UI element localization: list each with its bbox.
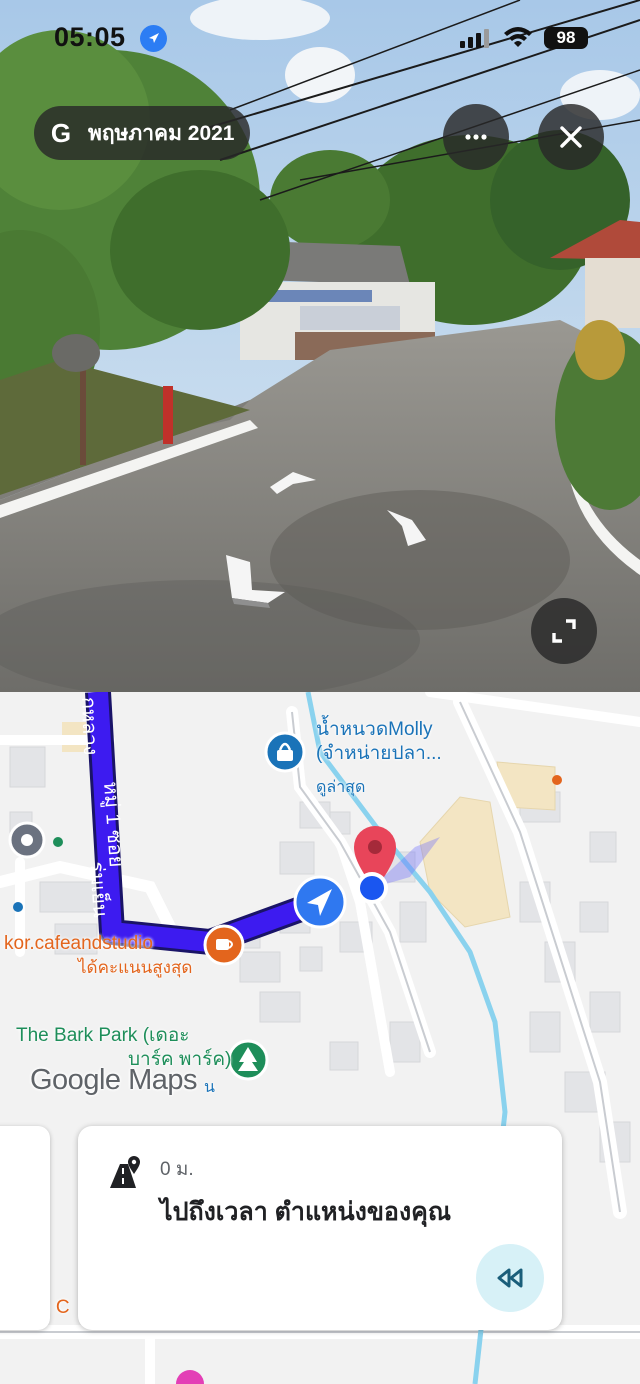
imagery-date: พฤษภาคม 2021 (88, 121, 235, 145)
park-label-suffix: น (204, 1079, 215, 1096)
destination-road-icon (106, 1154, 146, 1195)
app-root: 05:05 98 G พฤษภาคม 2021 กหลวง หมู่ 1 ซอย… (0, 0, 640, 1384)
cafe-status: ได้คะแนนสูงสุด (78, 958, 193, 977)
street-view-image (0, 0, 640, 692)
more-icon (465, 134, 487, 140)
park-poi-icon[interactable] (227, 1039, 269, 1081)
park-name-line1: The Bark Park (เดอะ (16, 1025, 190, 1046)
imagery-date-chip[interactable]: G พฤษภาคม 2021 (34, 106, 251, 160)
close-button[interactable] (538, 104, 604, 170)
navigation-arrow-icon (293, 875, 347, 929)
rewind-icon (497, 1268, 523, 1288)
massage-name-line2: (จำหน่ายปลา... (316, 743, 442, 764)
battery-indicator: 98 (544, 27, 588, 49)
location-arrow-icon (140, 25, 167, 52)
massage-name-line1: น้ำหนวดMolly (316, 719, 433, 740)
previous-step-card[interactable] (0, 1126, 50, 1330)
expand-icon (552, 619, 576, 643)
step-instruction: ไปถึงเวลา ตำแหน่งของคุณ (160, 1198, 452, 1226)
massage-place-name[interactable]: น้ำหนวดMolly (จำหน่ายปลา... (316, 718, 442, 766)
place-marker-icon[interactable] (8, 821, 46, 859)
navigation-step-card[interactable]: 0 ม. ไปถึงเวลา ตำแหน่งของคุณ (78, 1126, 562, 1330)
close-icon (560, 126, 582, 148)
step-distance: 0 ม. (160, 1159, 194, 1180)
user-location-dot (360, 876, 384, 900)
massage-status: ดูล่าสุด (316, 779, 366, 796)
status-time: 05:05 (54, 22, 126, 52)
google-g-logo: G (50, 118, 72, 148)
google-maps-watermark: Google Maps (30, 1064, 198, 1096)
cafe-poi-icon[interactable] (203, 924, 245, 966)
status-bar: 05:05 98 (0, 0, 640, 80)
wifi-icon (503, 25, 533, 54)
massage-poi-icon[interactable] (264, 731, 306, 773)
signal-icon (460, 28, 490, 53)
rewind-button[interactable] (476, 1244, 544, 1312)
expand-button[interactable] (531, 598, 597, 664)
street-view-panel[interactable]: 05:05 98 G พฤษภาคม 2021 (0, 0, 640, 692)
route-road-label: กหลวง (77, 696, 101, 755)
cafe-place-name[interactable]: kor.cafeandstudio (4, 932, 153, 956)
more-options-button[interactable] (443, 104, 509, 170)
